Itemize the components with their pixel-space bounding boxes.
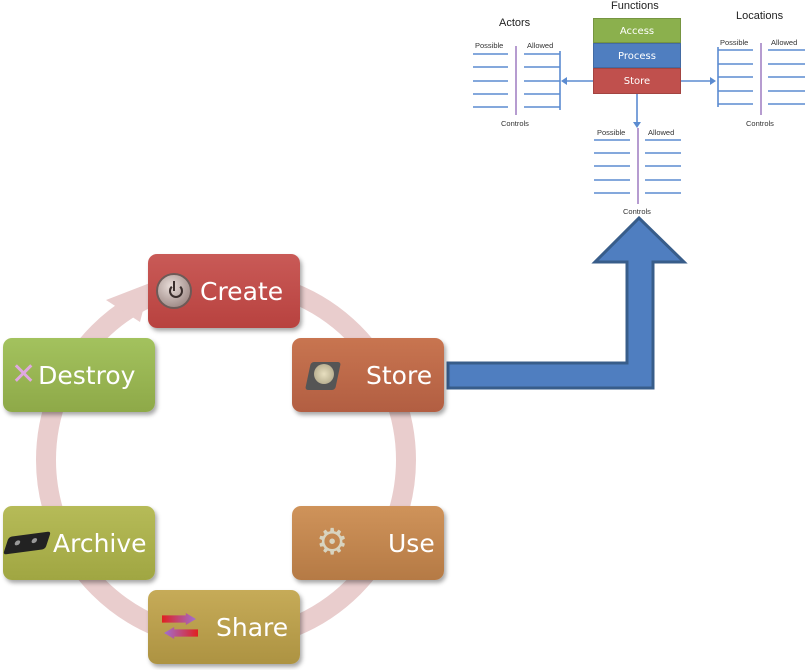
- tape-cartridge-icon: [2, 531, 52, 555]
- locations-controls-label: Controls: [746, 119, 774, 128]
- gear-icon: ⚙: [316, 522, 349, 563]
- stage-archive[interactable]: Archive: [2, 506, 155, 580]
- stage-use[interactable]: ⚙ Use: [292, 506, 444, 580]
- power-button-icon: [156, 273, 192, 309]
- locations-controls-grid: [717, 43, 805, 115]
- store-controls-controls-label: Controls: [623, 207, 651, 216]
- function-store: Store: [593, 68, 681, 94]
- stage-store[interactable]: Store: [292, 338, 444, 412]
- stage-create[interactable]: Create: [148, 254, 300, 328]
- stage-use-label: Use: [388, 528, 435, 558]
- stage-destroy-label: Destroy: [38, 360, 136, 390]
- store-to-actors-arrow: [561, 77, 593, 85]
- store-to-controls-arrow: [446, 215, 688, 390]
- function-process: Process: [593, 43, 681, 68]
- lifecycle-ring: [36, 270, 416, 650]
- stage-create-label: Create: [200, 276, 284, 306]
- stage-destroy[interactable]: ✕ Destroy: [3, 338, 155, 412]
- exchange-arrows-icon: [160, 610, 206, 644]
- actors-controls-grid: [473, 46, 561, 115]
- store-to-store-controls-arrow: [633, 94, 641, 128]
- function-access: Access: [593, 18, 681, 43]
- store-controls-grid: [594, 128, 681, 204]
- locations-title: Locations: [736, 10, 784, 22]
- store-controls-possible-label: Possible: [597, 128, 626, 137]
- store-controls-allowed-label: Allowed: [648, 128, 675, 137]
- locations-possible-label: Possible: [720, 38, 749, 47]
- stage-archive-label: Archive: [53, 528, 147, 558]
- stage-store-label: Store: [366, 360, 433, 390]
- actors-possible-label: Possible: [475, 41, 504, 50]
- stage-share[interactable]: Share: [148, 590, 300, 664]
- stage-share-label: Share: [216, 612, 289, 642]
- actors-title: Actors: [499, 17, 531, 29]
- actors-controls-label: Controls: [501, 119, 529, 128]
- x-mark-icon: ✕: [11, 357, 37, 392]
- actors-allowed-label: Allowed: [527, 41, 554, 50]
- hard-drive-icon: [305, 358, 342, 392]
- functions-title: Functions: [611, 0, 659, 12]
- locations-allowed-label: Allowed: [771, 38, 798, 47]
- store-to-locations-arrow: [681, 77, 716, 85]
